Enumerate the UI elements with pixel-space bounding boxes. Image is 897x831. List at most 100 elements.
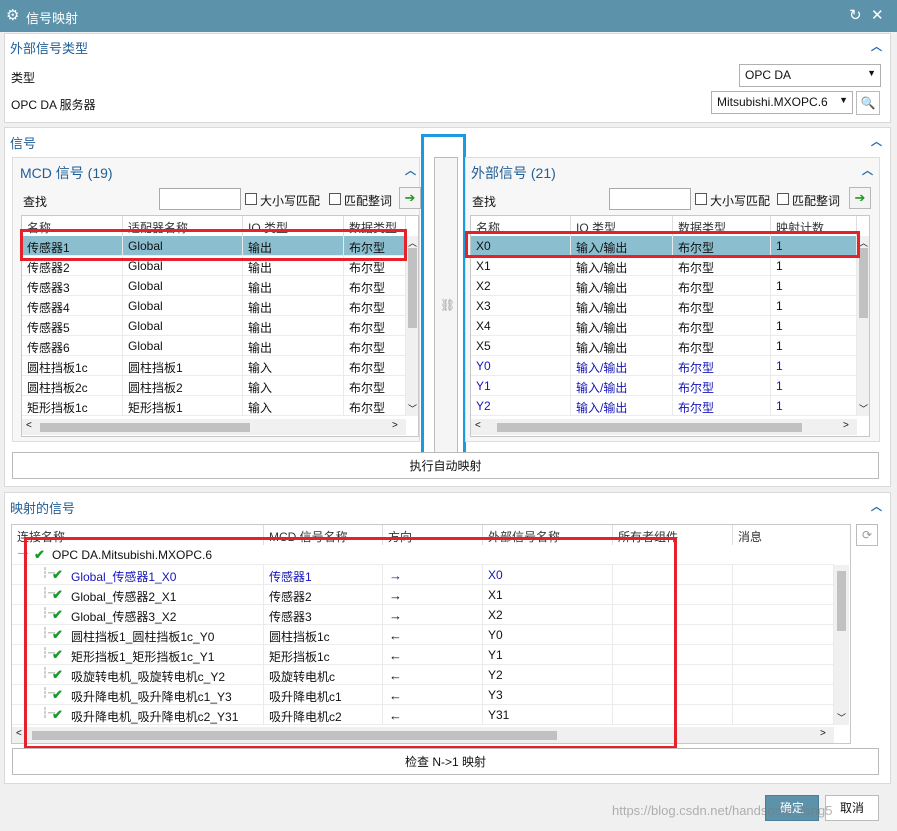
mcd-row-highlight: [20, 229, 407, 261]
collapse-icon[interactable]: ︿: [871, 38, 882, 54]
table-cell: 输出: [243, 316, 344, 336]
table-row[interactable]: X5 输入/输出 布尔型 1: [471, 336, 857, 356]
check-mapping-button[interactable]: 检查 N->1 映射: [12, 748, 879, 775]
close-icon[interactable]: ✕: [871, 6, 884, 24]
ext-vscrollbar[interactable]: ︿ ﹀: [857, 236, 869, 416]
table-cell: 布尔型: [673, 256, 771, 276]
ext-word-checkbox[interactable]: [777, 193, 789, 205]
scroll-thumb[interactable]: [408, 248, 417, 328]
map-button[interactable]: ⛓: [434, 157, 458, 453]
collapse-icon[interactable]: ︿: [871, 133, 882, 149]
table-row[interactable]: 传感器6 Global 输出 布尔型: [22, 336, 406, 356]
col-header[interactable]: 消息: [733, 525, 850, 545]
table-row[interactable]: 矩形挡板1c 矩形挡板1 输入 布尔型: [22, 396, 406, 416]
chevron-left-icon[interactable]: <: [475, 420, 481, 431]
collapse-icon[interactable]: ︿: [871, 498, 882, 514]
mapped-vscrollbar[interactable]: ﹀: [834, 565, 849, 725]
scroll-thumb[interactable]: [497, 423, 802, 432]
table-cell: 传感器6: [22, 336, 123, 356]
browse-server-button[interactable]: 🔍: [856, 91, 880, 115]
table-cell: X2: [471, 276, 571, 296]
chevron-left-icon[interactable]: <: [16, 728, 22, 739]
table-cell: 圆柱挡板1c: [22, 356, 123, 376]
table-cell: 1: [771, 336, 857, 356]
table-row[interactable]: 圆柱挡板2c 圆柱挡板2 输入 布尔型: [22, 376, 406, 396]
table-cell: Global: [123, 276, 243, 296]
table-cell: 1: [771, 376, 857, 396]
mcd-search-go-button[interactable]: ➔: [399, 187, 421, 209]
table-cell: 矩形挡板1: [123, 396, 243, 416]
mcd-word-checkbox[interactable]: [329, 193, 341, 205]
scroll-thumb[interactable]: [859, 248, 868, 318]
table-cell: 输入/输出: [571, 316, 673, 336]
chevron-right-icon[interactable]: >: [843, 420, 849, 431]
reset-icon[interactable]: ↻: [849, 6, 862, 24]
mcd-vscrollbar[interactable]: ︿ ﹀: [406, 236, 418, 416]
table-cell: X5: [471, 336, 571, 356]
table-row[interactable]: Y1 输入/输出 布尔型 1: [471, 376, 857, 396]
chevron-right-icon[interactable]: >: [820, 728, 826, 739]
table-row[interactable]: Y2 输入/输出 布尔型 1: [471, 396, 857, 416]
cancel-button[interactable]: 取消: [825, 795, 879, 821]
mcd-search-input[interactable]: [159, 188, 241, 210]
mapped-message: [733, 705, 834, 725]
mcd-case-checkbox[interactable]: [245, 193, 257, 205]
table-row[interactable]: X2 输入/输出 布尔型 1: [471, 276, 857, 296]
ext-row-highlight: [465, 231, 860, 258]
table-row[interactable]: 传感器3 Global 输出 布尔型: [22, 276, 406, 296]
mapped-message: [733, 585, 834, 605]
table-cell: Y1: [471, 376, 571, 396]
scroll-thumb[interactable]: [40, 423, 250, 432]
table-row[interactable]: X1 输入/输出 布尔型 1: [471, 256, 857, 276]
ext-case-checkbox[interactable]: [695, 193, 707, 205]
chevron-down-icon[interactable]: ﹀: [408, 402, 417, 415]
ext-hscrollbar[interactable]: < >: [471, 419, 857, 435]
chevron-down-icon: ▼: [839, 95, 848, 105]
table-cell: 1: [771, 316, 857, 336]
chevron-down-icon[interactable]: ﹀: [837, 711, 846, 724]
table-cell: Y0: [471, 356, 571, 376]
table-row[interactable]: X4 输入/输出 布尔型 1: [471, 316, 857, 336]
table-cell: 传感器4: [22, 296, 123, 316]
server-label: OPC DA 服务器: [11, 98, 96, 112]
scroll-thumb[interactable]: [837, 571, 846, 631]
link-icon: ⛓: [440, 298, 456, 312]
server-value: Mitsubishi.MXOPC.6: [717, 95, 828, 109]
table-row[interactable]: 传感器4 Global 输出 布尔型: [22, 296, 406, 316]
collapse-icon[interactable]: ︿: [405, 162, 416, 178]
ext-search-go-button[interactable]: ➔: [849, 187, 871, 209]
title-bar: ⚙ 信号映射 ↻ ✕: [0, 0, 897, 32]
table-row[interactable]: X3 输入/输出 布尔型 1: [471, 296, 857, 316]
table-cell: 布尔型: [673, 296, 771, 316]
table-cell: 圆柱挡板2: [123, 376, 243, 396]
chevron-down-icon[interactable]: ﹀: [859, 402, 868, 415]
mapped-message: [733, 685, 834, 705]
table-cell: 1: [771, 296, 857, 316]
table-cell: Global: [123, 336, 243, 356]
auto-map-button[interactable]: 执行自动映射: [12, 452, 879, 479]
ext-word-label: 匹配整词: [792, 194, 841, 208]
collapse-icon[interactable]: ︿: [862, 162, 873, 178]
table-cell: 1: [771, 396, 857, 416]
table-cell: 布尔型: [673, 396, 771, 416]
chevron-right-icon[interactable]: >: [392, 420, 398, 431]
type-dropdown[interactable]: OPC DA ▼: [739, 64, 881, 87]
chevron-left-icon[interactable]: <: [26, 420, 32, 431]
table-row[interactable]: 圆柱挡板1c 圆柱挡板1 输入 布尔型: [22, 356, 406, 376]
table-row[interactable]: 传感器5 Global 输出 布尔型: [22, 316, 406, 336]
section-header-signals: 信号: [10, 136, 37, 151]
table-cell: 1: [771, 356, 857, 376]
mcd-hscrollbar[interactable]: < >: [22, 419, 406, 435]
refresh-icon[interactable]: ⟳: [856, 524, 878, 546]
gear-icon: ⚙: [6, 7, 20, 24]
table-cell: 输入/输出: [571, 396, 673, 416]
table-cell: 输入/输出: [571, 356, 673, 376]
table-cell: X3: [471, 296, 571, 316]
server-dropdown[interactable]: Mitsubishi.MXOPC.6 ▼: [711, 91, 853, 114]
mcd-word-label: 匹配整词: [344, 194, 393, 208]
table-row[interactable]: Y0 输入/输出 布尔型 1: [471, 356, 857, 376]
ext-search-input[interactable]: [609, 188, 691, 210]
table-cell: Y2: [471, 396, 571, 416]
table-cell: 圆柱挡板1: [123, 356, 243, 376]
external-title: 外部信号 (21): [471, 165, 556, 181]
